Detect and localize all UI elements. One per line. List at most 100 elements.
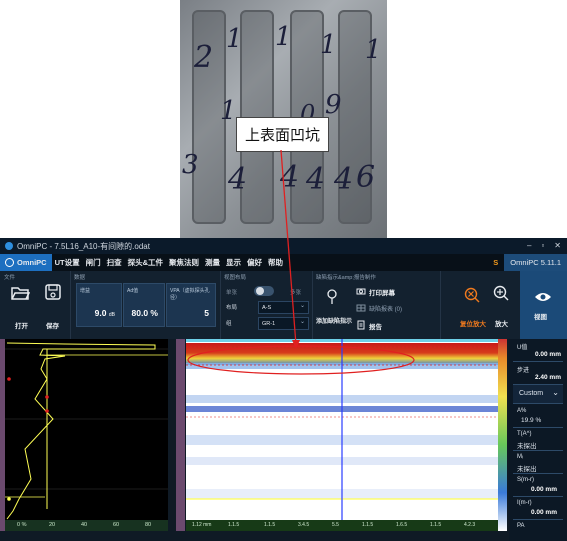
u-label: U值 — [517, 345, 528, 351]
title-bar: OmniPC - 7.5L16_A10-有间隙的.odat – ▫ ✕ — [0, 238, 567, 254]
handwriting: 1 — [226, 24, 243, 54]
save-button[interactable]: 保存 — [46, 320, 59, 330]
gain-label: 增益 — [80, 288, 91, 294]
handwriting: 4 — [334, 162, 354, 197]
menu-ut-settings[interactable]: UT设置 — [52, 257, 83, 268]
group-select-value: GR-1 — [262, 320, 276, 327]
save-disk-icon[interactable] — [44, 283, 62, 301]
handwriting: 2 — [194, 40, 214, 75]
data-section: 数据 增益 9.0 dB Ad值 80.0 % VPA（虚拟探头孔径） 5 — [70, 271, 221, 339]
menu-focal-law[interactable]: 聚焦法则 — [166, 257, 202, 268]
handwriting: 4 — [280, 160, 300, 195]
minimize-button[interactable]: – — [527, 241, 531, 250]
c-scan-tick: 1.1.5 — [362, 522, 374, 528]
reading-item: S(m-r) 0.00 mm — [513, 474, 563, 497]
menu-help[interactable]: 帮助 — [265, 257, 286, 268]
group-select[interactable]: GR-1 ⌄ — [258, 317, 309, 330]
c-scan-view[interactable] — [186, 339, 498, 521]
multi-view-label[interactable]: 多张 — [290, 288, 301, 296]
reading-label: S(m-r) — [517, 477, 534, 483]
c-scan-tick: 1.1.5 — [430, 522, 442, 528]
reset-zoom-button[interactable]: 复位放大 — [460, 318, 486, 328]
vpa-value: 5 — [204, 308, 209, 318]
window-title: OmniPC - 7.5L16_A10-有间隙的.odat — [17, 241, 150, 251]
version-label: OmniPC 5.11.1 — [504, 254, 567, 271]
menu-preferences[interactable]: 偏好 — [244, 257, 265, 268]
warning-indicator[interactable]: S — [487, 258, 504, 267]
content-area: 0 % 20 40 60 80 1.12 mm 1.1.5 1.1.5 3.4.… — [0, 339, 567, 541]
section-title: 数据 — [74, 275, 86, 281]
c-scan-tick: 3.4.5 — [298, 522, 310, 528]
table-icon — [356, 304, 366, 312]
menu-probe-part[interactable]: 探头&工件 — [125, 257, 166, 268]
c-scan-tick: 1.6.5 — [396, 522, 408, 528]
reset-zoom-icon[interactable] — [464, 287, 480, 303]
step-value: 2.40 mm — [534, 374, 561, 381]
c-scan-tick: 4.2.3 — [464, 522, 476, 528]
section-title: 文件 — [4, 275, 16, 281]
reading-item: T(A^) 未探出 — [513, 428, 563, 451]
reading-item: A% 19.9 % — [513, 405, 563, 428]
file-section: 文件 打开 保存 — [0, 271, 71, 339]
a-scan-view[interactable] — [5, 339, 168, 529]
zoom-in-icon[interactable] — [493, 285, 509, 301]
group-row-label: 组 — [226, 321, 232, 327]
step-reading[interactable]: 步进 2.40 mm — [513, 362, 563, 385]
reading-label: Mᵢ — [517, 454, 523, 460]
report-section: 缺陷指示&amp;报告制作 添加缺陷指示 打印屏幕 缺陷报表 (0) 报告 — [312, 271, 441, 339]
handwriting: 1 — [275, 22, 292, 52]
amplitude-value: 80.0 % — [131, 308, 158, 318]
menu-gates[interactable]: 闸门 — [83, 257, 104, 268]
pin-icon[interactable] — [326, 289, 338, 305]
layout-select[interactable]: A-S ⌄ — [258, 301, 309, 314]
single-view-label[interactable]: 单张 — [226, 288, 237, 296]
mode-select[interactable]: Custom ⌄ — [513, 385, 563, 404]
u-reading[interactable]: U值 0.00 mm — [513, 339, 563, 362]
view-button[interactable]: 视图 — [520, 271, 567, 339]
brand-menu[interactable]: OmniPC — [0, 254, 52, 271]
a-scan-tick: 80 — [145, 522, 152, 528]
handwriting: 9 — [325, 90, 342, 120]
layout-toggle[interactable] — [254, 286, 274, 296]
menu-scan[interactable]: 扫查 — [104, 257, 125, 268]
print-screen-button[interactable]: 打印屏幕 — [369, 287, 395, 297]
c-scan-tick: 1.1.5 — [264, 522, 276, 528]
report-icon — [357, 320, 365, 330]
reading-value: 未探出 — [517, 466, 537, 473]
view-label: 视图 — [534, 314, 547, 321]
c-scan-tick: 5.5 — [332, 522, 339, 528]
color-palette-ruler — [498, 339, 507, 531]
reading-label: I(m-r) — [517, 500, 532, 506]
c-scan-axis: 1.12 mm 1.1.5 1.1.5 3.4.5 5.5 1.1.5 1.6.… — [186, 520, 498, 531]
close-button[interactable]: ✕ — [554, 241, 561, 250]
u-value: 0.00 mm — [534, 351, 561, 358]
menu-measure[interactable]: 测量 — [202, 257, 223, 268]
section-title: 视图布局 — [224, 275, 247, 281]
layout-select-value: A-S — [262, 304, 272, 311]
chevron-down-icon: ⌄ — [299, 303, 305, 309]
handwriting: 3 — [182, 150, 199, 180]
chevron-down-icon: ⌄ — [552, 388, 559, 397]
zoom-button[interactable]: 放大 — [495, 318, 508, 328]
a-scan-tick: 40 — [81, 522, 88, 528]
handwriting: 1 — [220, 96, 237, 126]
menu-display[interactable]: 显示 — [223, 257, 244, 268]
reading-item: PA — [513, 520, 563, 540]
amplitude-card[interactable]: Ad值 80.0 % — [123, 283, 165, 327]
app-logo-icon — [5, 242, 13, 250]
middle-ruler — [176, 339, 185, 531]
gain-card[interactable]: 增益 9.0 dB — [76, 283, 122, 327]
report-button[interactable]: 报告 — [369, 321, 382, 331]
c-scan-tick: 1.12 mm — [192, 522, 212, 528]
a-scan-axis: 0 % 20 40 60 80 — [5, 520, 168, 531]
handwriting: 1 — [320, 30, 337, 60]
defect-table-button[interactable]: 缺陷报表 (0) — [369, 304, 402, 313]
readings-panel: U值 0.00 mm 步进 2.40 mm Custom ⌄ A% 19.9 %… — [509, 339, 567, 541]
c-scan-image — [186, 339, 498, 521]
vpa-card[interactable]: VPA（虚拟探头孔径） 5 — [166, 283, 216, 327]
add-indication-button[interactable]: 添加缺陷指示 — [316, 316, 352, 325]
open-button[interactable]: 打开 — [15, 320, 28, 330]
open-folder-icon[interactable] — [10, 285, 30, 301]
maximize-button[interactable]: ▫ — [541, 241, 544, 250]
a-scan-plot — [5, 342, 168, 520]
